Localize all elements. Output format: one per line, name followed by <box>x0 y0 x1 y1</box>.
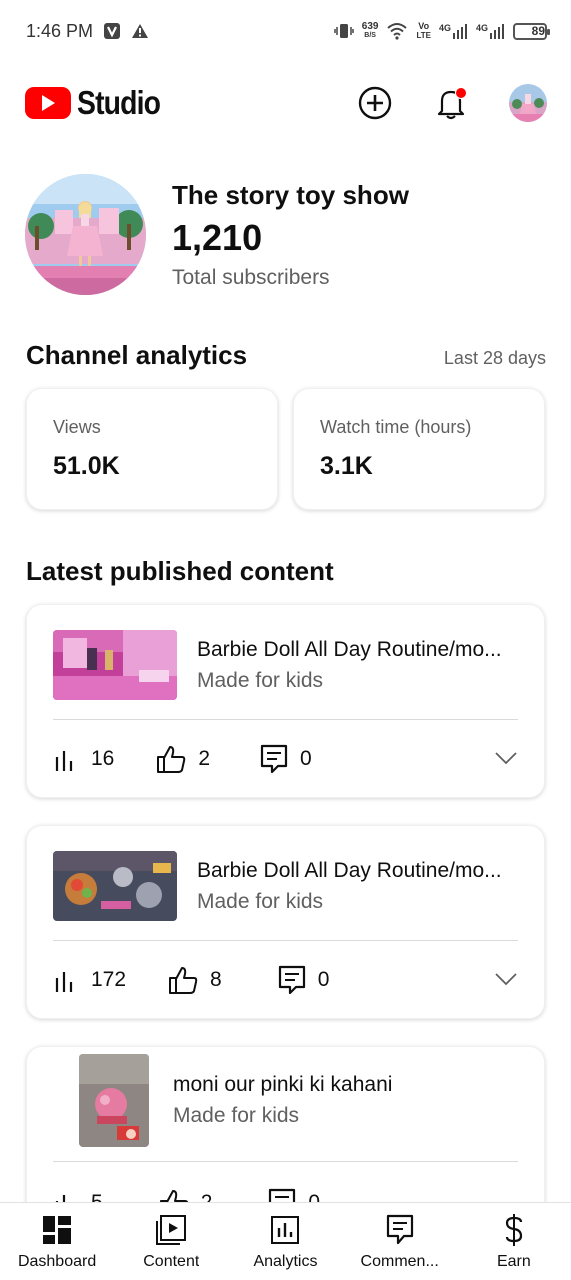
views-card[interactable]: Views 51.0K <box>26 388 278 510</box>
subscriber-count: 1,210 <box>172 216 263 258</box>
watch-time-label: Watch time (hours) <box>320 417 472 437</box>
status-time: 1:46 PM <box>26 20 94 41</box>
bottom-navigation: Dashboard Content Analytics Commen... Ea… <box>0 1202 571 1280</box>
wifi-icon <box>386 22 408 40</box>
views-stat: 172 <box>53 968 126 992</box>
nav-label: Commen... <box>360 1253 439 1270</box>
video-thumbnail[interactable] <box>79 1053 149 1147</box>
video-thumbnail[interactable] <box>53 630 177 700</box>
notification-dot <box>455 87 467 99</box>
bar-chart-icon <box>55 751 73 771</box>
volte-indicator: Vo LTE <box>416 21 431 41</box>
chevron-down-icon <box>495 752 517 765</box>
thumbs-up-icon <box>169 967 198 994</box>
comment-icon <box>278 965 305 995</box>
content-icon <box>155 1213 187 1247</box>
nav-analytics[interactable]: Analytics <box>228 1213 342 1280</box>
dashboard-icon <box>42 1213 72 1247</box>
thumbs-up-icon <box>157 746 186 773</box>
latest-header: Latest published content <box>26 556 546 587</box>
notifications-button[interactable] <box>433 85 469 121</box>
likes-count: 8 <box>210 968 222 991</box>
vpn-icon <box>103 22 121 40</box>
comments-stat: 0 <box>260 744 312 774</box>
content-card[interactable]: Barbie Doll All Day Routine/mo... Made f… <box>26 825 545 1019</box>
channel-name: The story toy show <box>172 179 409 210</box>
nav-label: Dashboard <box>17 1253 97 1270</box>
comment-icon <box>260 744 288 774</box>
expand-button[interactable] <box>494 968 518 992</box>
network-speed: 639 B/S <box>361 21 379 40</box>
analytics-period[interactable]: Last 28 days <box>444 348 546 369</box>
comments-stat: 0 <box>278 965 330 995</box>
views-label: Views <box>53 417 101 437</box>
audience-label: Made for kids <box>197 668 324 692</box>
views-count: 172 <box>91 968 127 991</box>
youtube-studio-logo[interactable]: Studio <box>25 84 174 122</box>
views-value: 51.0K <box>53 452 120 480</box>
signal-icon: 4G <box>439 23 468 39</box>
likes-count: 2 <box>198 747 211 770</box>
watch-time-card[interactable]: Watch time (hours) 3.1K <box>293 388 545 510</box>
comments-count: 0 <box>300 747 312 770</box>
chevron-down-icon <box>495 973 517 986</box>
nav-dashboard[interactable]: Dashboard <box>0 1213 114 1280</box>
latest-title: Latest published content <box>26 556 334 586</box>
nav-label: Analytics <box>253 1253 318 1270</box>
expand-button[interactable] <box>494 747 518 771</box>
video-title[interactable]: Barbie Doll All Day Routine/mo... <box>197 635 517 665</box>
nav-content[interactable]: Content <box>114 1213 228 1280</box>
nav-comments[interactable]: Commen... <box>343 1213 457 1280</box>
analytics-title: Channel analytics <box>26 340 248 370</box>
content-card[interactable]: Barbie Doll All Day Routine/mo... Made f… <box>26 604 545 798</box>
create-button[interactable] <box>357 85 393 121</box>
watch-time-value: 3.1K <box>320 452 373 480</box>
nav-label: Earn <box>496 1253 531 1270</box>
comments-count: 0 <box>317 968 330 991</box>
video-thumbnail[interactable] <box>53 851 177 921</box>
earn-icon <box>503 1213 525 1247</box>
channel-avatar[interactable] <box>25 174 146 295</box>
comments-icon <box>386 1213 414 1247</box>
audience-label: Made for kids <box>197 889 324 913</box>
battery-icon: 89 <box>513 22 550 40</box>
youtube-play-icon <box>25 87 71 119</box>
likes-stat: 8 <box>168 966 222 994</box>
logo-text: Studio <box>77 84 161 121</box>
views-stat: 16 <box>53 747 114 771</box>
audience-label: Made for kids <box>173 1103 300 1127</box>
likes-stat: 2 <box>156 745 210 773</box>
analytics-header: Channel analytics Last 28 days <box>26 340 546 371</box>
status-bar: 1:46 PM 639 B/S Vo LTE 4G 4G 89 <box>0 0 571 62</box>
bar-chart-icon <box>55 972 73 992</box>
views-count: 16 <box>91 747 115 770</box>
video-title[interactable]: moni our pinki ki kahani <box>173 1070 493 1100</box>
app-bar: Studio <box>0 78 571 128</box>
signal-icon-2: 4G <box>476 23 505 39</box>
video-title[interactable]: Barbie Doll All Day Routine/mo... <box>197 856 517 886</box>
nav-label: Content <box>143 1253 200 1270</box>
add-circle-icon <box>358 86 392 120</box>
vibrate-icon <box>334 22 354 40</box>
channel-header: The story toy show 1,210 Total subscribe… <box>25 174 409 295</box>
nav-earn[interactable]: Earn <box>457 1213 571 1280</box>
alert-icon <box>131 23 149 39</box>
account-avatar[interactable] <box>509 84 547 122</box>
analytics-icon <box>270 1213 300 1247</box>
subscriber-label: Total subscribers <box>172 265 330 289</box>
